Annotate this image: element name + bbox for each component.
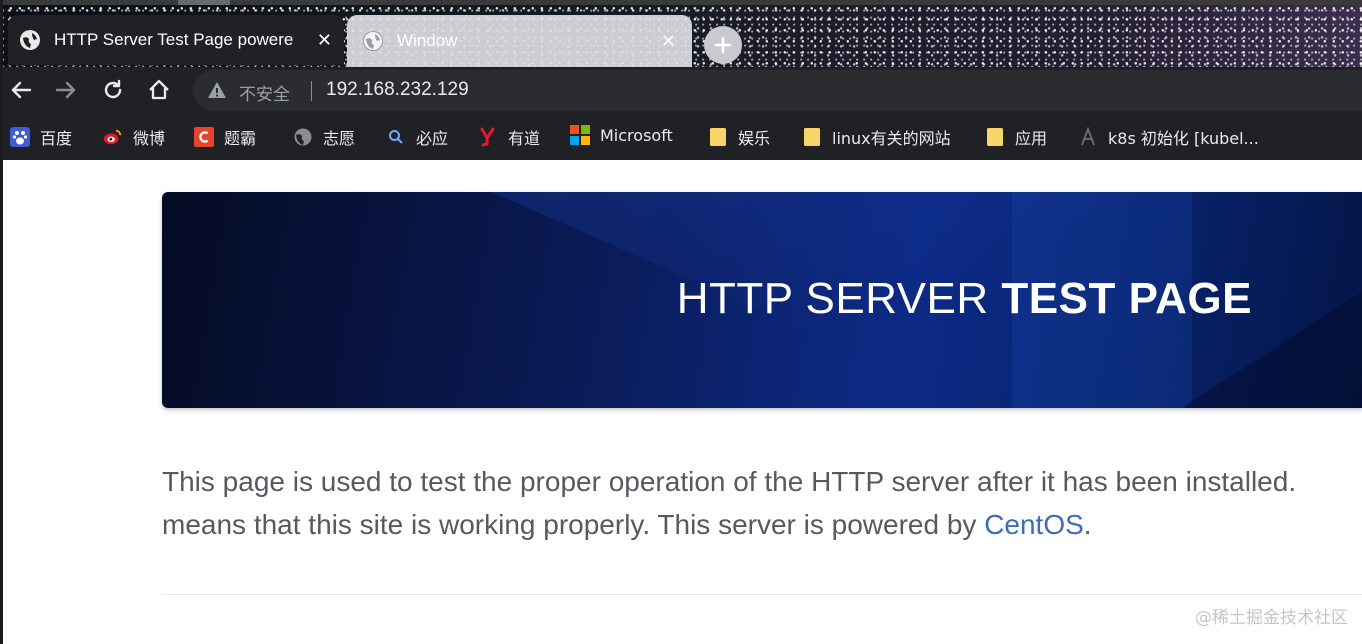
window-top-edge [0,0,1362,5]
bookmark-label: linux有关的网站 [832,129,951,148]
content-divider [162,594,1362,595]
toolbar: 不安全 192.168.232.129 [0,67,1362,113]
bookmarks-bar: 百度 微博 题霸 志愿 必应 有道 Microsoft 娱乐 linux有关的网… [0,113,1362,160]
bookmark-label: Microsoft [600,125,673,145]
globe-icon [363,31,383,51]
globe-icon [293,127,313,147]
bookmark-folder-apps[interactable]: 应用 [985,125,1047,149]
bookmark-folder-linux[interactable]: linux有关的网站 [802,125,951,149]
bookmark-label: 应用 [1015,129,1048,148]
globe-icon [20,30,40,50]
bookmark-baidu[interactable]: 百度 [10,125,72,149]
folder-icon [985,127,1005,147]
url-text[interactable]: 192.168.232.129 [326,79,469,101]
baidu-icon [10,127,30,147]
close-tab-icon[interactable]: ✕ [661,32,676,50]
tab-title: HTTP Server Test Page powere [54,30,294,49]
header-banner: HTTP SERVER TEST PAGE [162,192,1362,408]
home-icon [149,79,169,100]
youdao-icon [478,127,498,147]
bookmark-globe[interactable]: 志愿 [293,125,355,149]
security-label[interactable]: 不安全 [239,80,290,105]
c-icon [194,127,214,147]
bookmark-folder-yule[interactable]: 娱乐 [708,125,770,149]
window-left-edge [0,0,3,644]
intro-line-2-text: means that this site is working properly… [162,509,985,540]
folder-icon [802,127,822,147]
folder-icon [708,127,728,147]
reload-button[interactable] [98,75,128,105]
title-bold: TEST PAGE [1001,274,1252,323]
page-content: HTTP SERVER TEST PAGE This page is used … [3,160,1362,644]
intro-line-2-end: . [1083,509,1092,540]
bookmark-label: 百度 [40,129,73,148]
search-icon [386,127,406,147]
watermark: @稀土掘金技术社区 [1195,608,1348,628]
tab-title: Window [397,31,458,50]
address-bar[interactable]: 不安全 192.168.232.129 [193,70,1362,111]
intro-line-1: This page is used to test the proper ope… [162,466,1297,497]
weibo-icon [103,127,123,147]
bookmark-youdao[interactable]: 有道 [478,125,540,149]
plus-icon [714,36,732,54]
reload-icon [104,79,122,99]
bookmark-label: 志愿 [323,129,356,148]
tab-http-server-test-page[interactable]: HTTP Server Test Page powere ✕ [8,15,344,65]
divider [311,81,312,101]
close-tab-icon[interactable]: ✕ [317,31,332,49]
bookmark-label: 必应 [416,129,449,148]
back-button[interactable] [6,75,36,105]
warning-icon[interactable] [207,81,227,103]
bookmark-c[interactable]: 题霸 [194,125,256,149]
bookmark-k8s[interactable]: k8s 初始化 [kubel... [1078,125,1259,149]
window-grip[interactable] [178,0,230,5]
centos-link[interactable]: CentOS [984,509,1084,540]
k8s-icon [1078,127,1098,147]
tab-strip: HTTP Server Test Page powere ✕ Window ✕ [0,5,1362,67]
new-tab-button[interactable] [704,26,742,64]
bookmark-label: 微博 [133,129,166,148]
intro-line-2: means that this site is working properly… [162,503,1362,546]
bookmark-label: 题霸 [224,129,257,148]
microsoft-icon [570,125,590,145]
title-normal: HTTP SERVER [676,274,1002,323]
forward-button[interactable] [51,75,81,105]
bookmark-label: 娱乐 [738,129,771,148]
bookmark-label: 有道 [508,129,541,148]
bookmark-weibo[interactable]: 微博 [103,125,165,149]
arrow-right-icon [55,81,76,99]
arrow-left-icon [11,81,32,99]
bookmark-microsoft[interactable]: Microsoft [570,125,673,145]
page-title: HTTP SERVER TEST PAGE [677,274,1252,324]
home-button[interactable] [144,75,174,105]
tab-window[interactable]: Window ✕ [347,15,692,67]
bookmark-bing[interactable]: 必应 [386,125,448,149]
intro-paragraph: This page is used to test the proper ope… [162,460,1362,546]
bookmark-label: k8s 初始化 [kubel... [1108,129,1259,148]
